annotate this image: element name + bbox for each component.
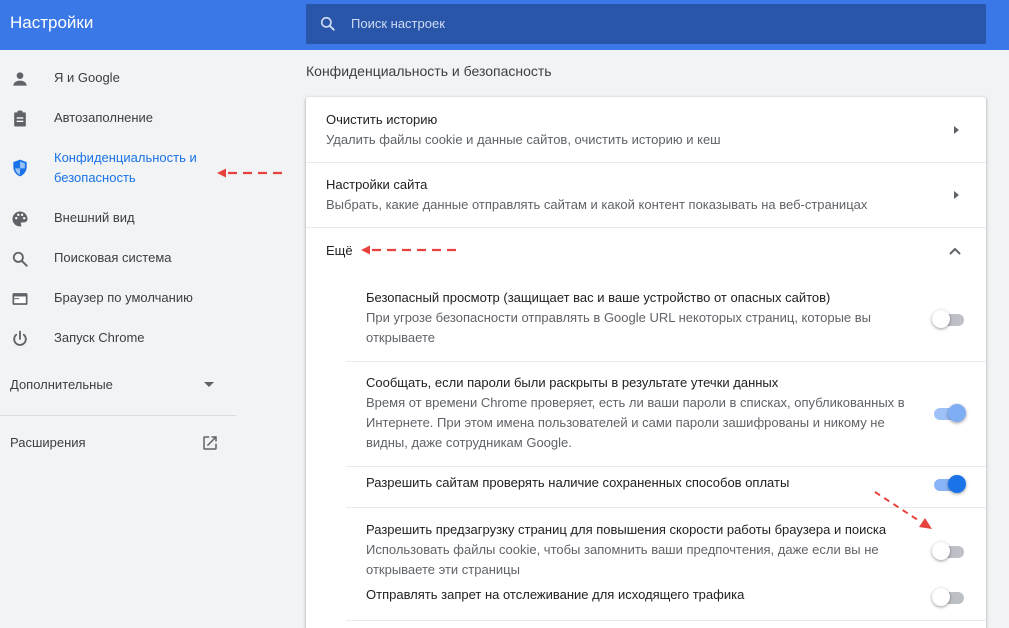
extensions-link[interactable]: Расширения: [10, 435, 86, 450]
divider: [346, 620, 986, 621]
setting-title: Сообщать, если пароли были раскрыты в ре…: [366, 375, 779, 390]
sidebar-item-label: Браузер по умолчанию: [54, 290, 193, 305]
sidebar-item-label: Автозаполнение: [54, 110, 154, 125]
sidebar-item-on-startup[interactable]: Запуск Chrome: [0, 328, 236, 350]
sidebar-item-privacy-security[interactable]: Конфиденциальность и безопасность: [0, 148, 236, 190]
divider: [346, 361, 986, 362]
setting-title: Разрешить сайтам проверять наличие сохра…: [366, 475, 790, 490]
sidebar-item-label: Конфиденциальность и: [54, 150, 197, 165]
divider: [306, 227, 986, 228]
setting-description: При угрозе безопасности отправлять в Goo…: [366, 310, 872, 325]
setting-description: Интернете. При этом имена пользователей …: [366, 415, 885, 430]
setting-title: Разрешить предзагрузку страниц для повыш…: [366, 522, 887, 537]
row-subtitle: Выбрать, какие данные отправлять сайтам …: [326, 197, 868, 212]
search-icon: [320, 16, 335, 31]
search-icon: [12, 251, 28, 267]
chevron-up-icon[interactable]: [948, 246, 962, 256]
person-icon: [13, 72, 27, 86]
sidebar-item-label: Я и Google: [54, 70, 120, 85]
setting-description: видны, даже сотрудникам Google.: [366, 435, 572, 450]
app-title: Настройки: [10, 13, 94, 32]
divider: [0, 415, 236, 416]
sidebar-item-label: Внешний вид: [54, 210, 135, 225]
chevron-right-icon: [954, 191, 959, 199]
password-leak-toggle[interactable]: [932, 402, 966, 422]
power-icon: [13, 330, 27, 346]
sidebar-item-you-and-google[interactable]: Я и Google: [0, 68, 236, 90]
divider: [306, 162, 986, 163]
setting-description: Использовать файлы cookie, чтобы запомни…: [366, 542, 879, 557]
setting-title: Безопасный просмотр (защищает вас и ваше…: [366, 290, 831, 305]
search-box[interactable]: Поиск настроек: [306, 4, 986, 44]
browser-icon: [12, 293, 28, 305]
row-subtitle: Удалить файлы cookie и данные сайтов, оч…: [326, 132, 721, 147]
sidebar-item-appearance[interactable]: Внешний вид: [0, 208, 236, 230]
row-title: Настройки сайта: [326, 177, 428, 192]
sidebar-item-autofill[interactable]: Автозаполнение: [0, 108, 236, 130]
preload-pages-toggle[interactable]: [932, 540, 966, 560]
privacy-card: Очистить историю Удалить файлы cookie и …: [306, 97, 986, 628]
annotation-arrow: [361, 245, 456, 255]
safe-browsing-toggle[interactable]: [932, 308, 966, 328]
chevron-down-icon[interactable]: [204, 382, 214, 387]
annotation-arrow: [217, 168, 282, 178]
setting-description: Время от времени Chrome проверяет, есть …: [366, 395, 905, 410]
more-label: Ещё: [326, 243, 353, 258]
sidebar-item-label: Запуск Chrome: [54, 330, 145, 345]
row-title: Очистить историю: [326, 112, 438, 127]
clipboard-icon: [14, 110, 26, 127]
top-bar: Настройки Поиск настроек: [0, 0, 1009, 50]
palette-icon: [12, 211, 28, 227]
search-input[interactable]: Поиск настроек: [351, 16, 445, 31]
payment-methods-toggle[interactable]: [932, 473, 966, 493]
do-not-track-toggle[interactable]: [932, 586, 966, 606]
divider: [346, 466, 986, 467]
setting-description: открываете эти страницы: [366, 562, 520, 577]
setting-title: Отправлять запрет на отслеживание для ис…: [366, 587, 745, 602]
advanced-toggle[interactable]: Дополнительные: [10, 377, 113, 392]
open-in-new-icon[interactable]: [201, 434, 219, 452]
shield-icon: [13, 159, 27, 177]
sidebar: Я и Google Автозаполнение Конфиденциальн…: [0, 50, 282, 628]
sidebar-item-default-browser[interactable]: Браузер по умолчанию: [0, 288, 236, 310]
sidebar-item-label: безопасность: [54, 170, 136, 185]
annotation-arrow: [874, 491, 932, 529]
setting-description: открываете: [366, 330, 435, 345]
sidebar-item-search-engine[interactable]: Поисковая система: [0, 248, 236, 270]
chevron-right-icon: [954, 126, 959, 134]
sidebar-item-label: Поисковая система: [54, 250, 172, 265]
section-title: Конфиденциальность и безопасность: [306, 63, 552, 79]
